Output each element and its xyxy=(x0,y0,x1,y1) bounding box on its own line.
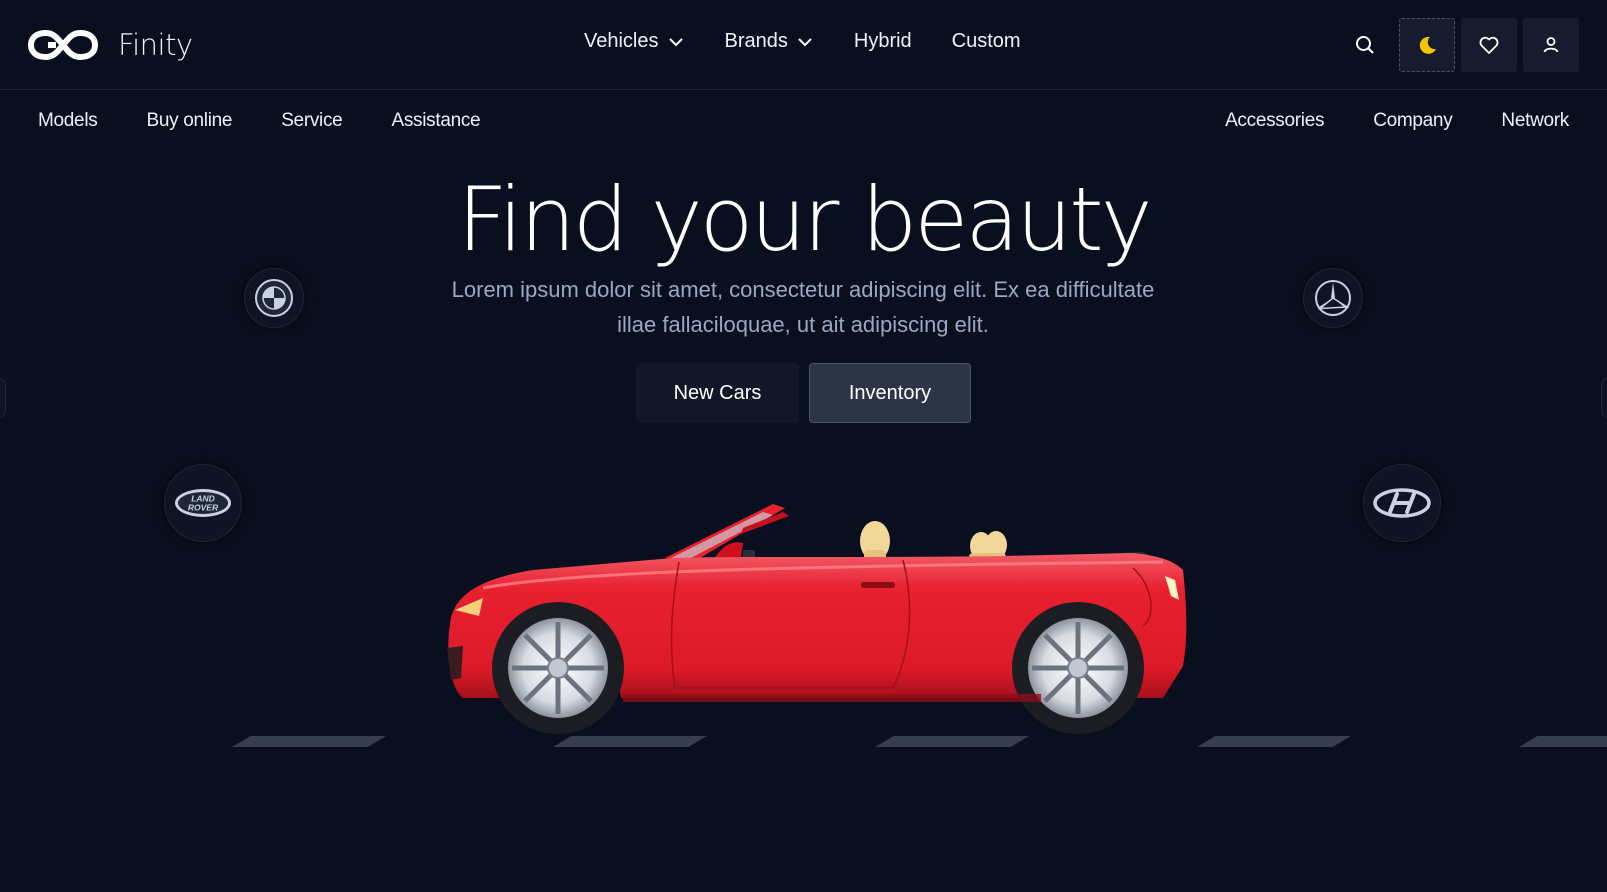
header-actions xyxy=(1331,18,1579,72)
mercedes-logo-icon xyxy=(1315,280,1351,316)
chevron-down-icon xyxy=(798,37,812,46)
secondary-nav-left: Models Buy online Service Assistance xyxy=(38,110,529,132)
nav-hybrid-label: Hybrid xyxy=(853,30,912,52)
hero-cta-group: New Cars Inventory xyxy=(636,363,971,423)
bmw-logo-icon xyxy=(255,279,293,317)
brand[interactable]: Finity xyxy=(28,27,193,63)
new-cars-button[interactable]: New Cars xyxy=(636,363,799,423)
hero-title: Find your beauty xyxy=(457,168,1152,271)
inventory-button[interactable]: Inventory xyxy=(809,363,971,423)
nav-custom[interactable]: Custom xyxy=(952,30,1021,53)
subnav-assistance[interactable]: Assistance xyxy=(391,110,480,132)
subnav-service[interactable]: Service xyxy=(281,110,343,132)
subnav-buy-online[interactable]: Buy online xyxy=(146,110,232,132)
search-icon xyxy=(1356,36,1374,54)
land-rover-logo-badge[interactable]: LAND ROVER xyxy=(164,464,242,542)
infinity-logo-icon xyxy=(28,29,98,61)
nav-custom-label: Custom xyxy=(951,30,1021,52)
road-dash xyxy=(232,736,386,747)
land-rover-text-line2: ROVER xyxy=(188,503,219,513)
road-dash xyxy=(1197,736,1351,747)
heart-icon xyxy=(1479,36,1499,54)
top-header: Finity Vehicles Brands Hybrid Custom xyxy=(0,0,1607,90)
red-convertible-car-icon xyxy=(447,504,1187,734)
nav-vehicles-label: Vehicles xyxy=(584,30,659,52)
left-edge-badge xyxy=(0,378,6,418)
hyundai-logo-badge[interactable] xyxy=(1363,464,1441,542)
secondary-nav-right: Accessories Company Network xyxy=(1176,110,1569,132)
mercedes-logo-badge[interactable] xyxy=(1303,268,1363,328)
nav-brands-label: Brands xyxy=(724,30,788,52)
right-edge-badge xyxy=(1601,378,1607,418)
brand-name: Finity xyxy=(118,28,193,62)
account-button[interactable] xyxy=(1523,18,1579,72)
hyundai-logo-icon xyxy=(1373,488,1431,518)
nav-brands[interactable]: Brands xyxy=(725,30,814,53)
nav-vehicles[interactable]: Vehicles xyxy=(584,30,685,53)
nav-hybrid[interactable]: Hybrid xyxy=(854,30,912,53)
user-icon xyxy=(1543,37,1559,53)
subnav-company[interactable]: Company xyxy=(1373,110,1453,132)
chevron-down-icon xyxy=(668,37,683,46)
theme-toggle-button[interactable] xyxy=(1399,18,1455,72)
moon-icon xyxy=(1419,36,1436,54)
subnav-accessories[interactable]: Accessories xyxy=(1225,110,1324,132)
subnav-network[interactable]: Network xyxy=(1501,110,1569,132)
favorites-button[interactable] xyxy=(1461,18,1517,72)
land-rover-logo-icon: LAND ROVER xyxy=(175,489,231,517)
hero-subtitle: Lorem ipsum dolor sit amet, consectetur … xyxy=(451,277,1155,337)
secondary-nav: Models Buy online Service Assistance Acc… xyxy=(0,90,1607,154)
bmw-logo-badge[interactable] xyxy=(244,268,304,328)
search-button[interactable] xyxy=(1337,18,1393,72)
road-dash xyxy=(1519,736,1607,747)
main-nav: Vehicles Brands Hybrid Custom xyxy=(584,30,1061,53)
subnav-models[interactable]: Models xyxy=(38,110,98,132)
